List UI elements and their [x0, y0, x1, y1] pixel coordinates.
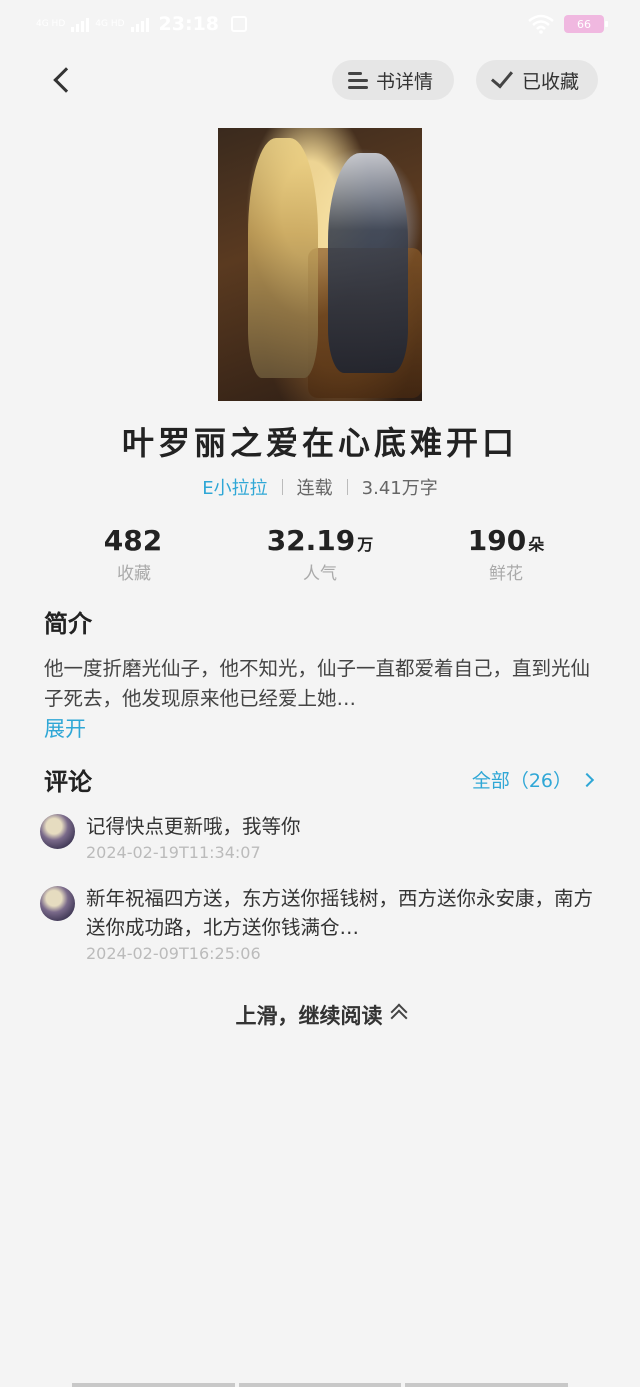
intro-text: 他一度折磨光仙子，他不知光，仙子一直都爱着自己，直到光仙子死去，他发现原来他已经… [44, 657, 591, 710]
divider [346, 479, 348, 495]
comment-text: 新年祝福四方送，东方送你摇钱树，西方送你永安康，南方送你成功路，北方送你钱满仓… [86, 887, 594, 939]
signal-icon-2 [130, 16, 149, 32]
avatar[interactable] [40, 886, 75, 921]
status-bar: 4G HD 4G HD 23:18 66 [0, 0, 640, 48]
network-type-2: 4G HD [95, 19, 124, 29]
cover-figure-blonde [248, 138, 318, 378]
comment-body: 记得快点更新哦，我等你 2024-02-19T11:34:07 [86, 812, 596, 862]
book-stats: 482 收藏 32.19 万 人气 190 朵 鲜花 [0, 524, 640, 584]
menu-icon [348, 71, 368, 89]
top-nav: 书详情 已收藏 [0, 58, 640, 102]
back-arrow-icon [53, 67, 79, 93]
stat-label: 收藏 [117, 564, 151, 584]
serial-status: 连载 [296, 478, 333, 499]
author-link[interactable]: E小拉拉 [202, 474, 267, 500]
double-chevron-up-icon [390, 1003, 407, 1027]
comment-time: 2024-02-09T16:25:06 [86, 944, 261, 963]
stat-unit: 朵 [528, 535, 545, 554]
battery-level: 66 [577, 17, 591, 31]
favorited-label: 已收藏 [522, 70, 580, 93]
stat-value: 32.19 [266, 524, 356, 557]
all-comments-link[interactable]: 全部（26） [471, 766, 595, 793]
back-button[interactable] [44, 62, 80, 98]
book-title: 叶罗丽之爱在心底难开口 [121, 424, 518, 462]
divider [281, 479, 283, 495]
book-details-button[interactable]: 书详情 [332, 60, 454, 100]
word-count: 3.41万字 [361, 478, 438, 499]
notification-icon [231, 16, 248, 32]
stat-value: 190 [467, 524, 527, 557]
book-details-label: 书详情 [376, 70, 434, 93]
status-left: 4G HD 4G HD 23:18 [36, 13, 248, 35]
network-label-1: 4G HD [36, 19, 66, 29]
continue-reading-label: 上滑，继续阅读 [235, 1004, 383, 1028]
stat-value: 482 [103, 524, 163, 557]
continue-reading[interactable]: 上滑，继续阅读 [0, 1000, 640, 1030]
status-right: 66 [528, 14, 608, 34]
network-label-2: 4G HD [95, 19, 125, 29]
comment-body: 新年祝福四方送，东方送你摇钱树，西方送你永安康，南方送你成功路，北方送你钱满仓…… [86, 884, 596, 963]
stat-label: 鲜花 [489, 564, 523, 584]
stat-label: 人气 [303, 564, 337, 584]
battery-icon: 66 [564, 15, 608, 33]
comment-text: 记得快点更新哦，我等你 [86, 815, 301, 838]
favorited-button[interactable]: 已收藏 [476, 60, 598, 100]
stat-popularity: 32.19 万 人气 [240, 524, 400, 584]
check-icon [490, 65, 514, 89]
comment-time: 2024-02-19T11:34:07 [86, 843, 261, 862]
network-type: 4G HD [36, 19, 65, 29]
gesture-bar [72, 1383, 569, 1387]
all-comments-label: 全部（26） [471, 770, 572, 792]
stat-unit: 万 [357, 535, 374, 554]
expand-link[interactable]: 展开 [44, 713, 86, 743]
stat-favorites: 482 收藏 [54, 524, 214, 584]
avatar[interactable] [40, 814, 75, 849]
stat-flowers: 190 朵 鲜花 [426, 524, 586, 584]
signal-icon [71, 16, 90, 32]
chevron-right-icon [579, 772, 595, 787]
book-meta: E小拉拉 连载 3.41万字 [0, 474, 640, 500]
wifi-icon [528, 14, 554, 34]
book-cover[interactable] [218, 128, 422, 401]
comments-heading: 评论 [44, 768, 92, 796]
cover-figure-silver [328, 153, 408, 373]
intro-heading: 简介 [44, 610, 92, 638]
status-time: 23:18 [158, 13, 220, 35]
